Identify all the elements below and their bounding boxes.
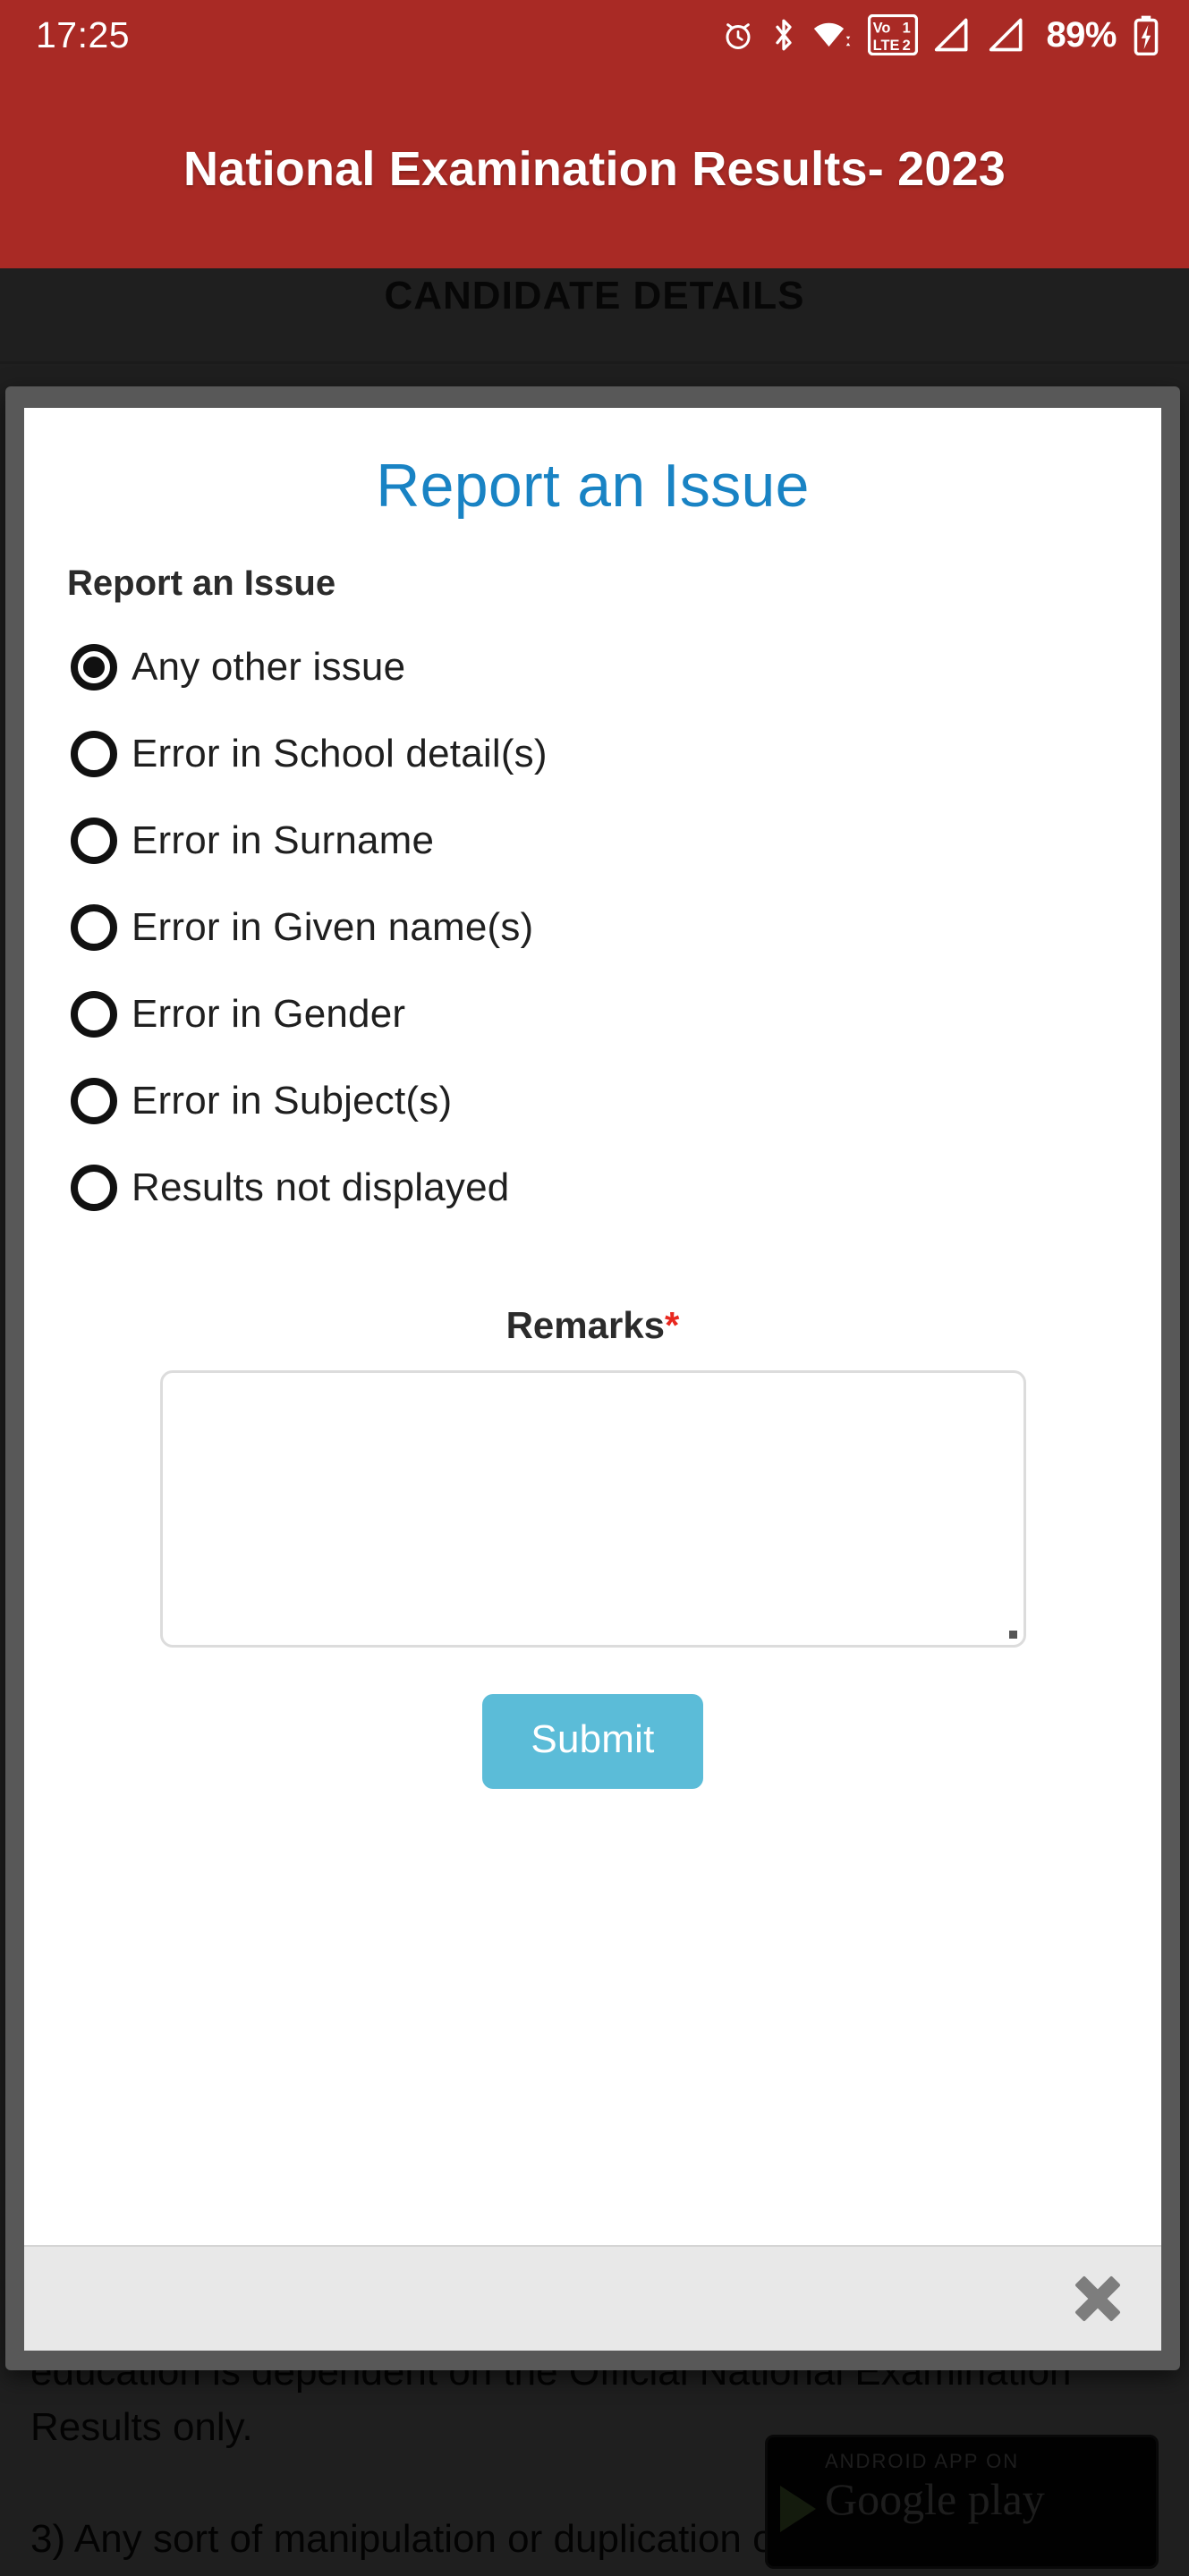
radio-icon[interactable] <box>71 730 117 777</box>
radio-option-label: Error in School detail(s) <box>132 731 548 775</box>
svg-text:2: 2 <box>903 38 911 54</box>
radio-option-error-gender[interactable]: Error in Gender <box>71 970 1120 1057</box>
submit-row: Submit <box>65 1694 1120 1789</box>
radio-option-error-surname[interactable]: Error in Surname <box>71 797 1120 884</box>
play-triangle-icon <box>780 2486 816 2532</box>
remarks-section: Remarks* Submit <box>65 1304 1120 1789</box>
close-icon[interactable] <box>1066 2267 1129 2330</box>
alarm-icon <box>726 23 751 49</box>
wifi-icon <box>814 22 851 47</box>
radio-option-results-not-displayed[interactable]: Results not displayed <box>71 1144 1120 1231</box>
radio-option-error-school-details[interactable]: Error in School detail(s) <box>71 710 1120 797</box>
radio-icon[interactable] <box>71 1077 117 1124</box>
resize-handle[interactable] <box>1008 1631 1017 1639</box>
app-bar: National Examination Results- 2023 <box>0 70 1189 268</box>
radio-option-error-given-names[interactable]: Error in Given name(s) <box>71 884 1120 970</box>
radio-icon[interactable] <box>71 903 117 951</box>
battery-charging-icon <box>1134 15 1159 55</box>
radio-option-any-other-issue[interactable]: Any other issue <box>71 623 1120 710</box>
issue-radio-group: Any other issue Error in School detail(s… <box>71 623 1120 1231</box>
radio-option-label: Error in Given name(s) <box>132 904 534 949</box>
dialog-body: Report an Issue Report an Issue Any othe… <box>24 408 1161 2245</box>
radio-option-label: Results not displayed <box>132 1165 510 1209</box>
radio-icon[interactable] <box>71 990 117 1038</box>
page-title: National Examination Results- 2023 <box>183 142 1006 196</box>
svg-text:Vo: Vo <box>873 21 891 37</box>
google-play-badge[interactable]: ANDROID APP ON Google play <box>765 2435 1159 2569</box>
remarks-label: Remarks* <box>65 1304 1120 1347</box>
submit-button[interactable]: Submit <box>482 1694 703 1789</box>
remarks-label-text: Remarks <box>505 1304 666 1346</box>
signal-sim1-icon <box>935 18 968 52</box>
radio-option-label: Error in Subject(s) <box>132 1078 453 1123</box>
svg-text:1: 1 <box>903 21 911 37</box>
remarks-textarea-wrapper[interactable] <box>159 1370 1026 1648</box>
battery-percent-label: 89% <box>1046 14 1117 55</box>
radio-icon[interactable] <box>71 643 117 691</box>
radio-icon[interactable] <box>71 817 117 864</box>
dialog-surface: Report an Issue Report an Issue Any othe… <box>24 408 1161 2351</box>
radio-option-label: Error in Surname <box>132 818 435 862</box>
phone-screen: 17:25 Vo LTE 1 2 89% National Examinatio… <box>0 0 1189 2576</box>
background-terms: education is dependent on the Official N… <box>0 2344 1189 2576</box>
signal-sim2-icon <box>989 18 1023 52</box>
status-bar: 17:25 Vo LTE 1 2 89% <box>0 0 1189 70</box>
dialog-title: Report an Issue <box>376 452 810 520</box>
volte-dual-sim-icon: Vo LTE 1 2 <box>868 14 919 55</box>
candidate-details-heading: CANDIDATE DETAILS <box>384 274 805 318</box>
remarks-input[interactable] <box>162 1373 1023 1645</box>
play-badge-small-text: ANDROID APP ON <box>825 2450 1020 2472</box>
status-bar-clock: 17:25 <box>36 13 131 55</box>
issue-group-label: Report an Issue <box>67 564 336 603</box>
report-issue-dialog: Report an Issue Report an Issue Any othe… <box>5 386 1180 2370</box>
dialog-footer <box>24 2245 1161 2351</box>
bluetooth-icon <box>776 19 793 51</box>
status-bar-icons: Vo LTE 1 2 89% <box>720 14 1159 55</box>
play-badge-big-text: Google play <box>825 2474 1045 2524</box>
required-asterisk: * <box>665 1304 680 1346</box>
radio-option-error-subjects[interactable]: Error in Subject(s) <box>71 1057 1120 1144</box>
svg-text:LTE: LTE <box>873 38 900 54</box>
radio-option-label: Any other issue <box>132 644 406 689</box>
radio-icon[interactable] <box>71 1164 117 1211</box>
radio-option-label: Error in Gender <box>132 991 406 1036</box>
